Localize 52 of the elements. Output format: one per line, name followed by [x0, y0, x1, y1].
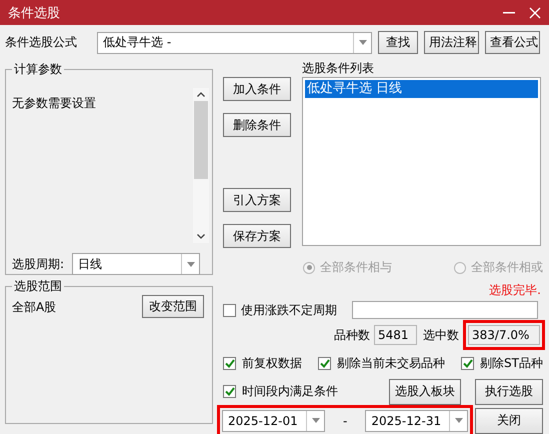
group-title: 计算参数: [12, 62, 64, 77]
minimize-icon[interactable]: [503, 12, 515, 14]
window-title: 条件选股: [8, 4, 60, 22]
count-field: 383/7.0%: [468, 325, 540, 345]
checkbox[interactable]: [318, 356, 332, 370]
scrollbar[interactable]: [193, 88, 209, 243]
checkbox-label: 剔除ST品种: [480, 354, 543, 372]
list-item[interactable]: 低处寻牛选 日线: [305, 80, 538, 98]
close-button[interactable]: 关闭: [475, 408, 543, 434]
count-field: 5481: [374, 325, 417, 345]
group-title: 选股范围: [12, 279, 64, 294]
radio-label: 全部条件相或: [471, 259, 543, 276]
checkbox-label: 剔除当前未交易品种: [337, 354, 446, 372]
usage-notes-button[interactable]: 用法注释: [424, 31, 479, 54]
end-date-field[interactable]: 2025-12-31: [365, 410, 468, 432]
list-title: 选股条件列表: [302, 60, 375, 77]
period-label: 选股周期:: [12, 256, 64, 272]
formula-label: 条件选股公式: [5, 34, 78, 51]
delete-condition-button[interactable]: 删除条件: [223, 113, 291, 137]
run-selection-button[interactable]: 执行选股: [475, 378, 543, 404]
close-icon[interactable]: [529, 6, 541, 18]
period-input-field[interactable]: [352, 301, 538, 319]
caret-icon: [454, 418, 463, 423]
import-plan-button[interactable]: 引入方案: [223, 188, 291, 212]
checkbox[interactable]: [461, 356, 474, 370]
radio-label: 全部条件相与: [320, 259, 392, 276]
checkbox-label: 前复权数据: [242, 354, 302, 372]
add-condition-button[interactable]: 加入条件: [223, 77, 291, 101]
caret-icon: [186, 262, 195, 266]
caret-icon: [358, 40, 366, 45]
find-button[interactable]: 查找: [378, 31, 418, 54]
checkbox[interactable]: [223, 304, 236, 316]
period-dropdown[interactable]: 日线: [72, 253, 200, 275]
scroll-up-icon[interactable]: [197, 92, 205, 97]
status-message: 选股完毕.: [489, 282, 541, 299]
checkbox[interactable]: [223, 356, 236, 370]
scope-value: 全部A股: [12, 299, 56, 316]
scroll-down-icon[interactable]: [197, 234, 205, 239]
view-formula-button[interactable]: 查看公式: [485, 31, 540, 54]
start-date-field[interactable]: 2025-12-01: [222, 410, 325, 432]
count-label: 选中数: [423, 326, 459, 344]
checkbox-label: 时间段内满足条件: [242, 383, 338, 400]
change-scope-button[interactable]: 改变范围: [142, 295, 204, 318]
add-to-block-button[interactable]: 选股入板块: [389, 378, 461, 404]
formula-dropdown[interactable]: 低处寻牛选 -: [97, 32, 372, 54]
checkbox-label: 使用涨跌不定周期: [241, 302, 337, 318]
params-message: 无参数需要设置: [12, 95, 97, 112]
count-label: 品种数: [334, 326, 370, 344]
save-plan-button[interactable]: 保存方案: [223, 224, 291, 248]
caret-icon: [312, 418, 320, 423]
date-separator: -: [343, 414, 348, 428]
checkbox[interactable]: [223, 385, 236, 398]
